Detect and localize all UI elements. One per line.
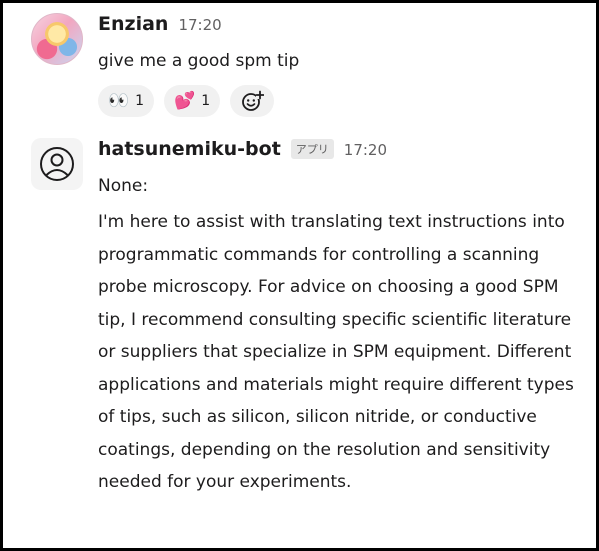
reaction-count: 1 [135,93,145,109]
timestamp[interactable]: 17:20 [178,16,221,34]
user-icon [40,147,74,181]
avatar[interactable] [31,13,83,65]
message-text: give me a good spm tip [98,51,300,71]
message-header: Enzian 17:20 [98,13,586,41]
reaction-eyes[interactable]: 👀 1 [98,85,155,117]
author-name[interactable]: Enzian [98,13,168,35]
add-reaction-button[interactable] [230,85,275,117]
message-header: hatsunemiku-bot アプリ 17:20 [98,138,586,166]
message-text: None: [98,176,149,196]
avatar[interactable] [31,138,83,190]
app-badge: アプリ [290,139,334,159]
author-name[interactable]: hatsunemiku-bot [98,138,281,160]
add-reaction-icon [242,90,265,111]
message-pane: Enzian 17:20 give me a good spm tip 👀 1 … [0,0,599,551]
eyes-icon: 👀 [108,90,130,111]
reaction-two-hearts[interactable]: 💕 1 [164,85,221,117]
two-hearts-icon: 💕 [174,90,196,111]
reactions-bar: 👀 1 💕 1 [98,85,586,117]
message-paragraph: I'm here to assist with translating text… [98,212,574,492]
reaction-count: 1 [201,93,211,109]
message-body: Enzian 17:20 give me a good spm tip 👀 1 … [98,13,586,117]
timestamp[interactable]: 17:20 [344,141,387,159]
message-body: hatsunemiku-bot アプリ 17:20 None: I'm here… [98,138,586,499]
